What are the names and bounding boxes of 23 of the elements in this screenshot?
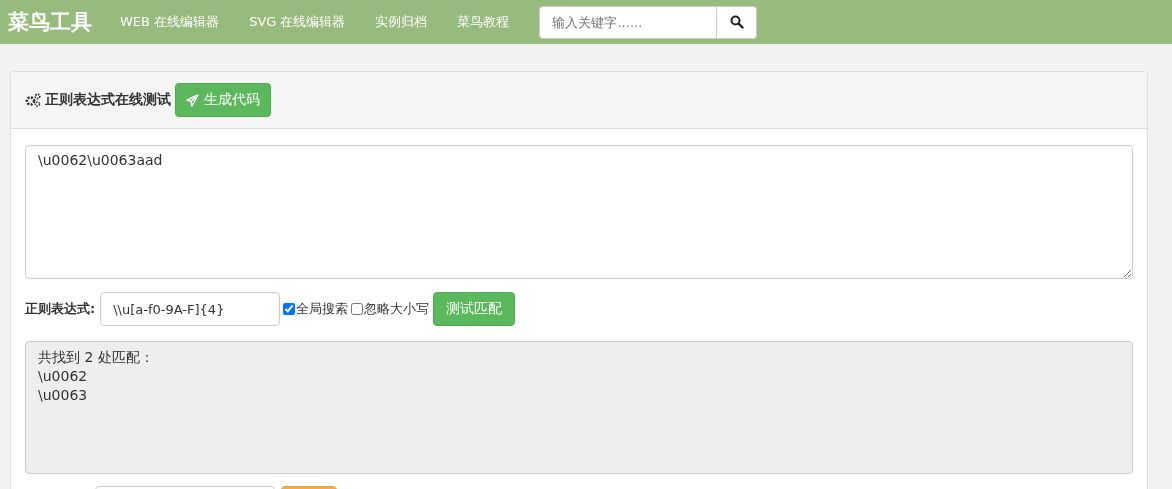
search-field[interactable]: 输入关键字...... bbox=[539, 5, 718, 39]
option-checkbox[interactable] bbox=[351, 303, 364, 315]
test-match-button[interactable]: 测试匹配 bbox=[433, 292, 516, 326]
result-line: \u0063 bbox=[38, 386, 89, 405]
result-line: 共找到 2 处匹配： bbox=[38, 348, 155, 367]
generate-code-button[interactable]: 生成代码 bbox=[175, 83, 271, 117]
site-logo[interactable]: 菜鸟工具 bbox=[8, 8, 92, 36]
gears-icon bbox=[25, 93, 41, 107]
search-icon bbox=[730, 15, 744, 29]
nav-link[interactable]: 实例归档 bbox=[375, 13, 428, 31]
nav-link[interactable]: 菜鸟教程 bbox=[457, 13, 510, 31]
regex-field[interactable]: \\u[a-f0-9A-F]{4} bbox=[100, 292, 281, 326]
search-button[interactable] bbox=[717, 5, 758, 39]
text-input-area[interactable]: \u0062\u0063aad bbox=[25, 145, 1133, 279]
panel-title: 正则表达式在线测试 bbox=[45, 91, 171, 109]
option-checkbox[interactable] bbox=[283, 303, 296, 315]
option-label: 忽略大小写 bbox=[364, 300, 430, 318]
result-line: \u0062 bbox=[38, 367, 89, 386]
option-label: 全局搜索 bbox=[296, 300, 349, 318]
paper-plane-icon bbox=[186, 93, 199, 107]
regex-label: 正则表达式: bbox=[25, 300, 96, 318]
nav-link[interactable]: SVG 在线编辑器 bbox=[249, 13, 346, 31]
nav-link[interactable]: WEB 在线编辑器 bbox=[120, 13, 220, 31]
